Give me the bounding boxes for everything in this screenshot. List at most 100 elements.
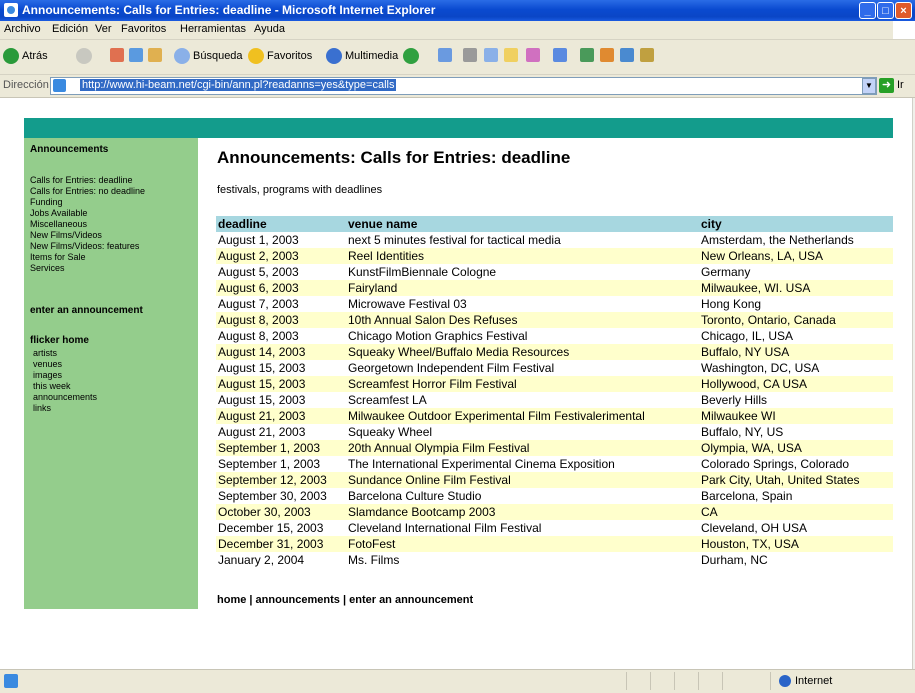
cell-venue-link[interactable]: Microwave Festival 03 bbox=[346, 296, 699, 312]
address-url[interactable]: http://www.hi-beam.net/cgi-bin/ann.pl?re… bbox=[80, 79, 397, 91]
cell-venue-link[interactable]: Reel Identities bbox=[346, 248, 699, 264]
close-button[interactable]: × bbox=[895, 2, 912, 19]
cell-city: Milwaukee, WI. USA bbox=[699, 280, 893, 296]
sidebar-link-images[interactable]: images bbox=[33, 370, 62, 380]
mail-icon[interactable] bbox=[438, 48, 452, 62]
menu-favoritos[interactable]: Favoritos bbox=[121, 23, 166, 35]
footer-home-link[interactable]: home bbox=[217, 594, 246, 606]
footer-enter-link[interactable]: enter an announcement bbox=[349, 594, 473, 606]
sidebar-link-announcements[interactable]: announcements bbox=[33, 392, 97, 402]
favorites-star-icon[interactable] bbox=[248, 48, 264, 64]
refresh-icon[interactable] bbox=[129, 48, 143, 62]
forward-arrow-icon[interactable] bbox=[76, 48, 92, 64]
cell-city: Hong Kong bbox=[701, 297, 762, 311]
sidebar-link-venues[interactable]: venues bbox=[33, 359, 62, 369]
sidebar-enter-announcement[interactable]: enter an announcement bbox=[30, 305, 143, 316]
cell-deadline: August 21, 2003 bbox=[216, 408, 346, 424]
cell-city: Barcelona, Spain bbox=[701, 489, 793, 503]
sidebar-link-artists[interactable]: artists bbox=[33, 348, 57, 358]
cell-venue-link[interactable]: Ms. Films bbox=[346, 552, 699, 568]
cell-venue-link[interactable]: Cleveland International Film Festival bbox=[346, 520, 699, 536]
cell-city: Washington, DC, USA bbox=[701, 361, 820, 375]
sidebar-item-services[interactable]: Services bbox=[30, 263, 65, 273]
discuss-icon[interactable] bbox=[504, 48, 518, 62]
media-icon[interactable] bbox=[326, 48, 342, 64]
cell-venue-link[interactable]: Barcelona Culture Studio bbox=[346, 488, 699, 504]
cell-deadline: August 1, 2003 bbox=[218, 233, 299, 247]
sidebar-item-funding[interactable]: Funding bbox=[30, 197, 63, 207]
menu-edicion[interactable]: Edición bbox=[52, 23, 88, 35]
sidebar-link-this-week[interactable]: this week bbox=[33, 381, 71, 391]
menu-archivo[interactable]: Archivo bbox=[4, 23, 41, 35]
cell-deadline: September 30, 2003 bbox=[218, 489, 327, 503]
table-row: August 21, 2003 Milwaukee Outdoor Experim… bbox=[216, 408, 893, 424]
cell-city: Buffalo, NY, US bbox=[701, 425, 784, 439]
cell-venue-link[interactable]: FotoFest bbox=[346, 536, 699, 552]
cell-venue-link[interactable]: Squeaky Wheel bbox=[346, 424, 699, 440]
footer-announcements-link[interactable]: announcements bbox=[256, 594, 340, 606]
edit-icon[interactable] bbox=[484, 48, 498, 62]
go-button[interactable]: Ir bbox=[897, 79, 904, 91]
cell-venue-link[interactable]: 10th Annual Salon Des Refuses bbox=[346, 312, 699, 328]
menu-ver[interactable]: Ver bbox=[95, 23, 112, 35]
table-row: October 30, 2003 Slamdance Bootcamp 2003 C… bbox=[216, 504, 893, 520]
cell-venue-link[interactable]: Fairyland bbox=[346, 280, 699, 296]
sidebar-item-calls-deadline[interactable]: Calls for Entries: deadline bbox=[30, 175, 133, 185]
cell-venue-link[interactable]: Georgetown Independent Film Festival bbox=[346, 360, 699, 376]
menu-herramientas[interactable]: Herramientas bbox=[180, 23, 246, 35]
cell-venue-link[interactable]: Screamfest LA bbox=[346, 392, 699, 408]
table-row: August 6, 2003 Fairyland Milwaukee, WI. US… bbox=[216, 280, 893, 296]
address-dropdown-icon[interactable]: ▼ bbox=[862, 78, 876, 94]
back-label[interactable]: Atrás bbox=[22, 50, 48, 62]
cell-city: Toronto, Ontario, Canada bbox=[699, 312, 893, 328]
favorites-label[interactable]: Favoritos bbox=[267, 50, 312, 62]
cell-venue-link[interactable]: Chicago Motion Graphics Festival bbox=[346, 328, 699, 344]
cell-venue-link[interactable]: next 5 minutes festival for tactical med… bbox=[346, 232, 699, 248]
cell-venue-link[interactable]: The International Experimental Cinema Ex… bbox=[346, 456, 699, 472]
cell-venue-link[interactable]: Milwaukee Outdoor Experimental Film Fest… bbox=[346, 408, 699, 424]
history-icon[interactable] bbox=[403, 48, 419, 64]
maximize-button[interactable]: □ bbox=[877, 2, 894, 19]
cell-venue-link[interactable]: 20th Annual Olympia Film Festival bbox=[346, 440, 699, 456]
sidebar-item-jobs[interactable]: Jobs Available bbox=[30, 208, 87, 218]
tool-icon-1[interactable] bbox=[580, 48, 594, 62]
research-icon[interactable] bbox=[553, 48, 567, 62]
security-zone: Internet bbox=[795, 675, 833, 687]
media-label[interactable]: Multimedia bbox=[345, 50, 398, 62]
cell-city: Chicago, IL, USA bbox=[701, 329, 794, 343]
sidebar-item-new-films-features[interactable]: New Films/Videos: features bbox=[30, 241, 139, 251]
menu-bar: Archivo Edición Ver Favoritos Herramient… bbox=[0, 21, 915, 40]
page-viewport: Announcements Calls for Entries: deadlin… bbox=[0, 98, 912, 669]
address-input[interactable]: http://www.hi-beam.net/cgi-bin/ann.pl?re… bbox=[50, 77, 877, 95]
go-arrow-icon[interactable]: ➜ bbox=[879, 78, 894, 93]
stop-icon[interactable] bbox=[110, 48, 124, 62]
cell-venue-link[interactable]: Squeaky Wheel/Buffalo Media Resources bbox=[346, 344, 699, 360]
announcements-table: deadline venue name city August 1, 2003 n… bbox=[216, 216, 893, 568]
tool-icon-2[interactable] bbox=[600, 48, 614, 62]
sidebar-link-links[interactable]: links bbox=[33, 403, 51, 413]
sidebar-item-misc[interactable]: Miscellaneous bbox=[30, 219, 87, 229]
sidebar-item-calls-no-deadline[interactable]: Calls for Entries: no deadline bbox=[30, 186, 145, 196]
messenger-icon[interactable] bbox=[526, 48, 540, 62]
cell-venue-link[interactable]: KunstFilmBiennale Cologne bbox=[346, 264, 699, 280]
table-row: August 8, 2003 10th Annual Salon Des Refu… bbox=[216, 312, 893, 328]
sidebar-item-for-sale[interactable]: Items for Sale bbox=[30, 252, 86, 262]
minimize-button[interactable]: _ bbox=[859, 2, 876, 19]
home-icon[interactable] bbox=[148, 48, 162, 62]
sidebar-flicker-home[interactable]: flicker home bbox=[30, 335, 89, 346]
back-arrow-icon[interactable] bbox=[3, 48, 19, 64]
menu-ayuda[interactable]: Ayuda bbox=[254, 23, 285, 35]
tool-icon-4[interactable] bbox=[640, 48, 654, 62]
cell-deadline: August 6, 2003 bbox=[216, 280, 346, 296]
table-row: December 15, 2003 Cleveland International… bbox=[216, 520, 893, 536]
print-icon[interactable] bbox=[463, 48, 477, 62]
cell-venue-link[interactable]: Slamdance Bootcamp 2003 bbox=[346, 504, 699, 520]
cell-venue-link[interactable]: Sundance Online Film Festival bbox=[346, 472, 699, 488]
sidebar-item-new-films[interactable]: New Films/Videos bbox=[30, 230, 102, 240]
tool-icon-3[interactable] bbox=[620, 48, 634, 62]
cell-venue-link[interactable]: Screamfest Horror Film Festival bbox=[346, 376, 699, 392]
search-label[interactable]: Búsqueda bbox=[193, 50, 243, 62]
search-icon[interactable] bbox=[174, 48, 190, 64]
page-title: Announcements: Calls for Entries: deadli… bbox=[217, 148, 571, 167]
cell-deadline: September 1, 2003 bbox=[218, 457, 321, 471]
